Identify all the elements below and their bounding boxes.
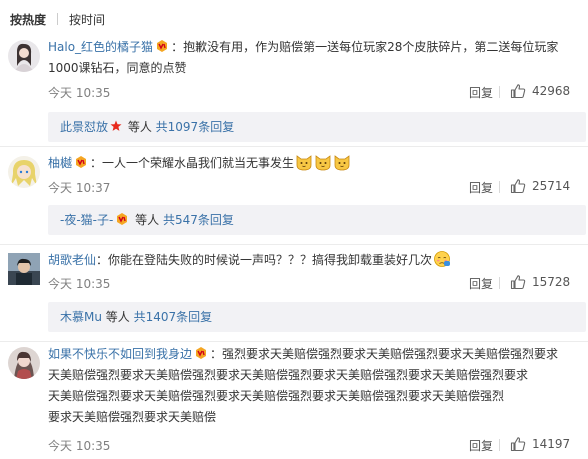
sort-by-time-tab[interactable]: 按时间 [69,11,105,28]
comment-text: ：一人一个荣耀水晶我们就当无事发生 [90,156,295,170]
thumbs-up-icon [510,84,526,99]
sub-reply-user[interactable]: 木慕Mu [60,310,102,324]
sort-divider [57,13,59,25]
vip-badge-icon[interactable] [74,155,88,169]
comment-username[interactable]: 胡歌老仙 [48,253,96,267]
comment-time: 今天 10:35 [48,277,111,291]
reply-button[interactable]: 回复 [469,275,493,292]
like-button[interactable]: 14197 [510,436,570,452]
comment-text: ：你能在登陆失败的时候说一声吗？？？搞得我卸载重装好几次 [96,253,433,267]
like-button[interactable]: 42968 [510,83,570,99]
comment-time: 今天 10:35 [48,86,111,100]
comment-meta: 今天 10:35 回复 14197 [48,437,578,453]
meta-divider [499,439,500,451]
thumbs-up-icon [510,437,526,452]
sort-by-hot-tab[interactable]: 按热度 [10,11,46,28]
comment-text: ：抱歉没有用，作为赔偿第一送每位玩家28个皮肤碎片，第二送每位玩家 [171,40,559,54]
vip-badge-icon[interactable] [194,346,208,360]
avatar[interactable] [8,347,40,379]
cat-face-emoji [295,153,313,171]
sub-reply-etc: 等人 [131,213,163,227]
red-star-icon [110,113,122,131]
comment-body: Halo_红色的橘子猫 ：抱歉没有用，作为赔偿第一送每位玩家28个皮肤碎片，第二送… [48,37,578,79]
shy-face-emoji [433,250,451,268]
sub-replies-box[interactable]: -夜-猫-子- 等人 共547条回复 [48,205,586,235]
comment-meta: 今天 10:37 回复 25714 [48,179,578,195]
like-count: 42968 [532,84,571,98]
comment-time: 今天 10:35 [48,439,111,453]
comment-text-continued: 要求天美赔偿强烈要求天美赔偿 [48,410,217,424]
thumbs-up-icon [510,275,526,290]
comment-username[interactable]: 如果不快乐不如回到我身边 [48,347,192,361]
thumbs-up-icon [510,179,526,194]
comment-text-continued: 1000课钻石，同意的点赞 [48,61,187,75]
meta-divider [499,277,500,289]
comment-meta: 今天 10:35 回复 42968 [48,84,578,100]
like-count: 15728 [532,275,571,289]
comment-item: 柚樾 ：一人一个荣耀水晶我们就当无事发生 今天 10:37 回复 25714 -夜… [0,146,588,244]
like-button[interactable]: 25714 [510,178,570,194]
meta-divider [499,86,500,98]
comment-body: 柚樾 ：一人一个荣耀水晶我们就当无事发生 [48,153,578,174]
like-button[interactable]: 15728 [510,274,570,290]
cat-face-emoji [333,153,351,171]
vip-badge-icon[interactable] [155,39,169,53]
sub-replies-box[interactable]: 此景怼放 等人 共1097条回复 [48,112,586,142]
cat-face-emoji [314,153,332,171]
reply-button[interactable]: 回复 [469,437,493,454]
comment-body: 如果不快乐不如回到我身边 ：强烈要求天美赔偿强烈要求天美赔偿强烈要求天美赔偿强烈要… [48,344,578,428]
comment-meta: 今天 10:35 回复 15728 [48,275,578,291]
comment-item: 如果不快乐不如回到我身边 ：强烈要求天美赔偿强烈要求天美赔偿强烈要求天美赔偿强烈要… [0,341,588,459]
like-count: 14197 [532,437,571,451]
comment-body: 胡歌老仙：你能在登陆失败的时候说一声吗？？？搞得我卸载重装好几次 [48,250,578,271]
comment-time: 今天 10:37 [48,181,111,195]
comment-text-continued: 天美赔偿强烈要求天美赔偿强烈要求天美赔偿强烈要求天美赔偿强烈要求天美赔偿强烈 [48,389,505,403]
avatar[interactable] [8,253,40,285]
sub-reply-count-link[interactable]: 共1407条回复 [134,310,213,324]
vip-badge-icon[interactable] [115,207,129,225]
sub-reply-user[interactable]: -夜-猫-子- [60,213,113,227]
sort-bar: 按热度 按时间 [0,0,588,38]
sub-reply-etc: 等人 [101,310,134,324]
sub-reply-user[interactable]: 此景怼放 [60,120,108,134]
sub-reply-count-link[interactable]: 共1097条回复 [156,120,235,134]
sub-reply-count-link[interactable]: 共547条回复 [163,213,234,227]
meta-divider [499,181,500,193]
sub-replies-box[interactable]: 木慕Mu 等人 共1407条回复 [48,302,586,332]
comment-item: 胡歌老仙：你能在登陆失败的时候说一声吗？？？搞得我卸载重装好几次 今天 10:3… [0,244,588,341]
comment-text: ：强烈要求天美赔偿强烈要求天美赔偿强烈要求天美赔偿强烈要求 [210,347,559,361]
comment-text-continued: 天美赔偿强烈要求天美赔偿强烈要求天美赔偿强烈要求天美赔偿强烈要求天美赔偿强烈要求 [48,368,529,382]
like-count: 25714 [532,179,571,193]
reply-button[interactable]: 回复 [469,84,493,101]
comment-username[interactable]: 柚樾 [48,156,72,170]
reply-button[interactable]: 回复 [469,179,493,196]
avatar[interactable] [8,156,40,188]
comment-username[interactable]: Halo_红色的橘子猫 [48,40,153,54]
sub-reply-etc: 等人 [124,120,156,134]
avatar[interactable] [8,40,40,72]
comment-item: Halo_红色的橘子猫 ：抱歉没有用，作为赔偿第一送每位玩家28个皮肤碎片，第二送… [0,38,588,146]
